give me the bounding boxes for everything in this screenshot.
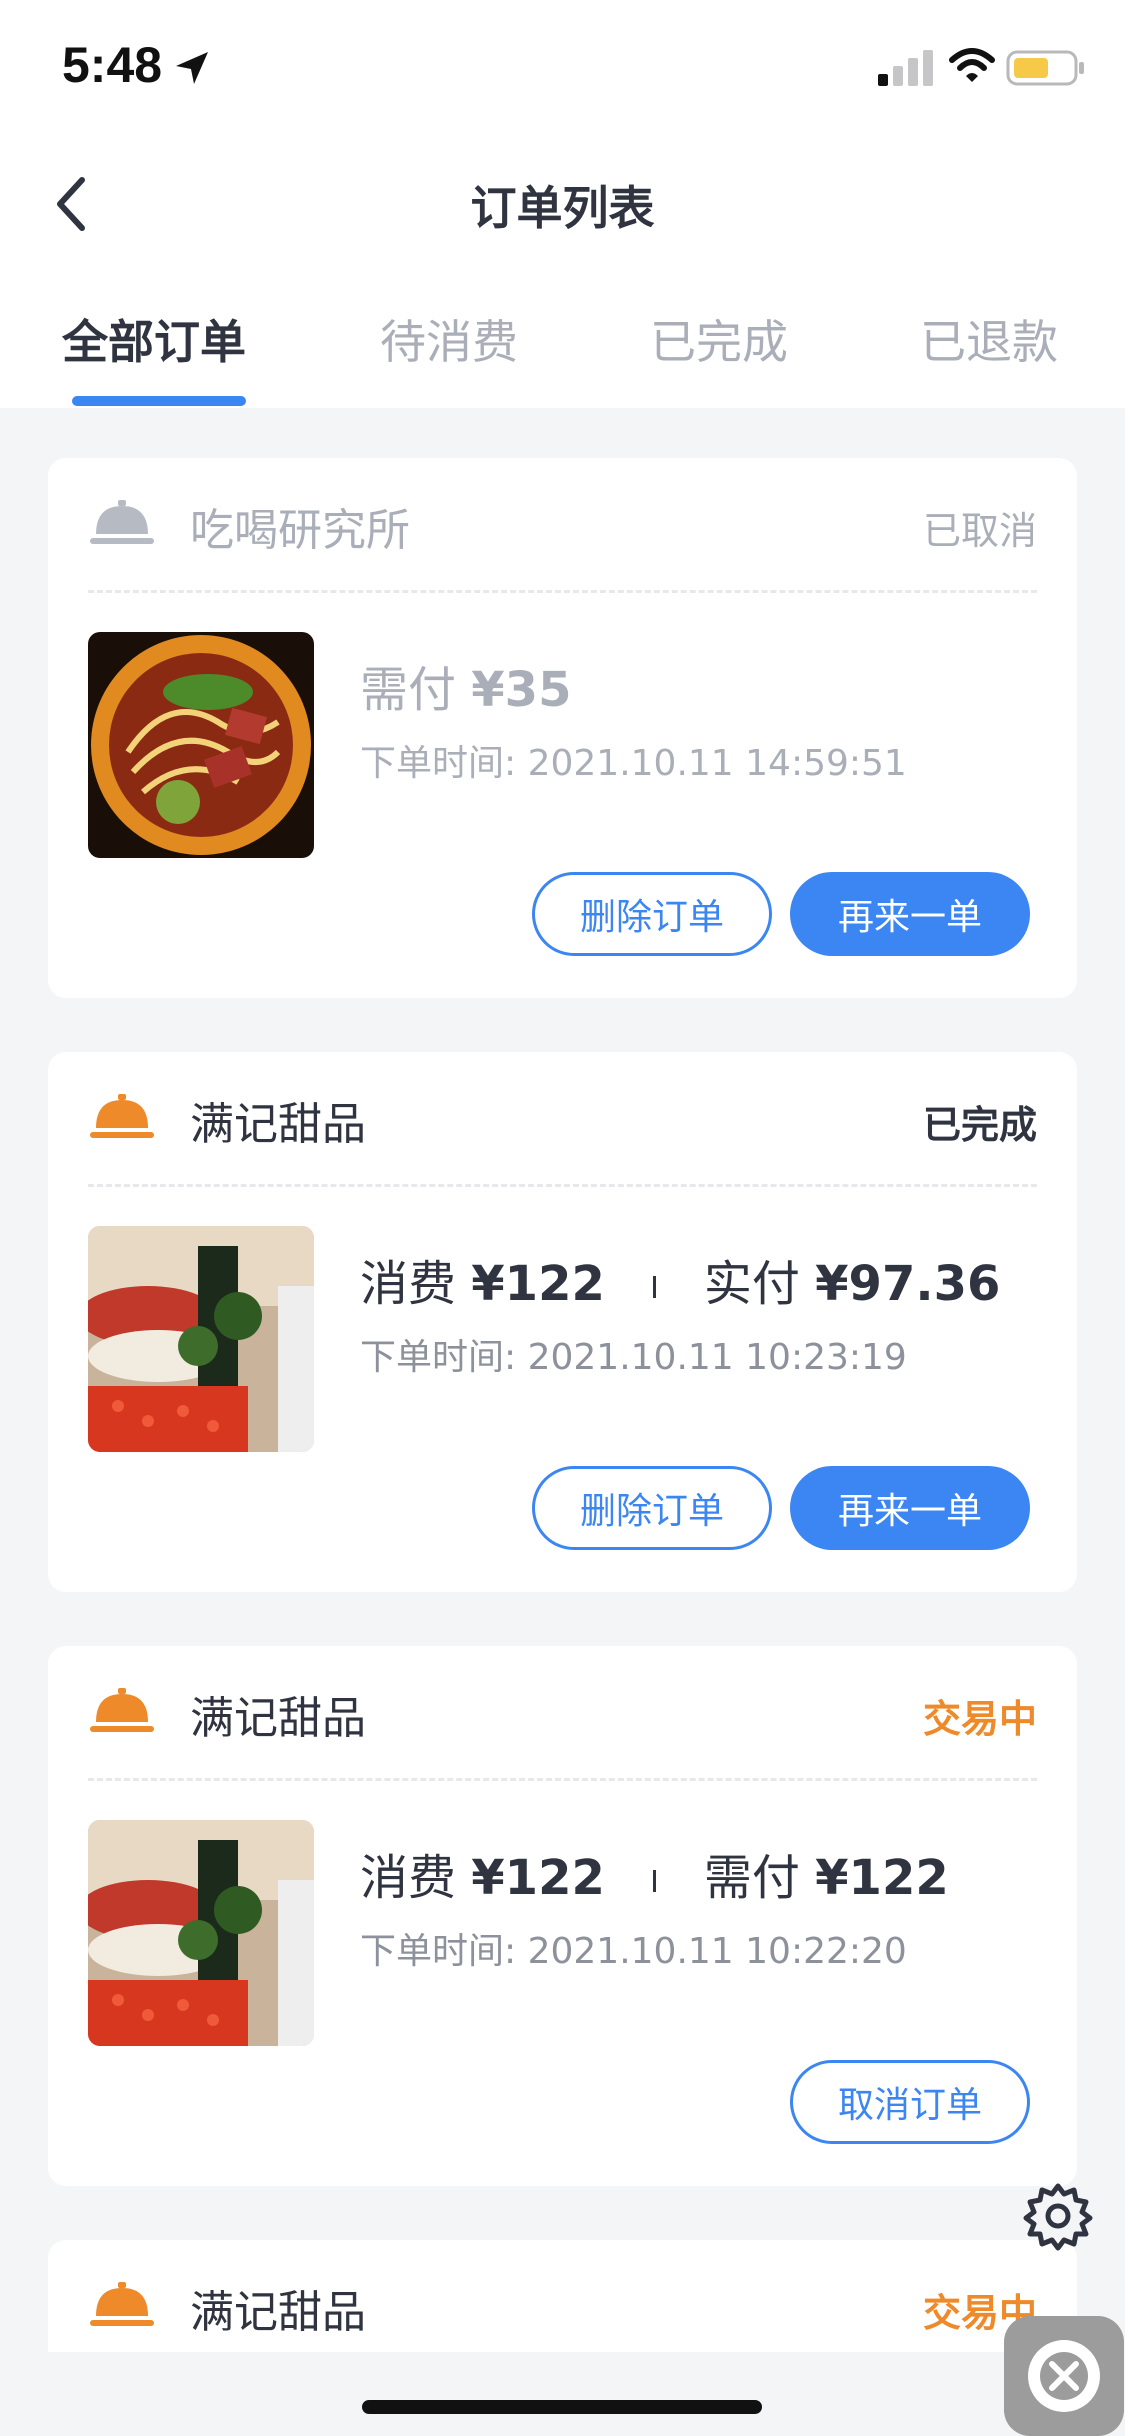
signal-icon	[878, 50, 933, 86]
order-thumbnail[interactable]	[88, 632, 314, 858]
tab-all-orders[interactable]: 全部订单	[62, 306, 246, 372]
order-status: 交易中	[922, 1697, 1037, 1741]
dashed-divider	[88, 590, 1037, 593]
service-bell-icon	[90, 2282, 154, 2326]
order-thumbnail[interactable]	[88, 1820, 314, 2046]
active-tab-indicator	[72, 396, 246, 406]
gear-icon[interactable]	[1022, 2180, 1094, 2252]
home-indicator[interactable]	[362, 2400, 762, 2414]
service-bell-icon	[90, 1688, 154, 1732]
noodle-image	[88, 632, 314, 858]
order-thumbnail[interactable]	[88, 1226, 314, 1452]
bottom-safe-area	[0, 2352, 1125, 2436]
spend-amount: ¥122	[471, 1850, 605, 1906]
service-bell-icon	[90, 1094, 154, 1138]
status-bar: 5:48	[0, 0, 1125, 140]
nav-bar: 订单列表	[0, 160, 1125, 250]
dashed-divider	[88, 1184, 1037, 1187]
tab-completed[interactable]: 已完成	[650, 306, 788, 372]
spend-label: 消费	[360, 1850, 457, 1906]
price-label: 实付	[703, 1256, 800, 1312]
page-title: 订单列表	[470, 181, 655, 235]
debug-tool-button[interactable]	[1004, 2316, 1124, 2436]
reorder-button[interactable]: 再来一单	[790, 872, 1030, 956]
price-amount: ¥97.36	[815, 1256, 1001, 1312]
order-card[interactable]: 满记甜品 已完成 消费 ¥122 实付 ¥97.36 下单时间: 2021.10.…	[48, 1052, 1077, 1592]
separator	[652, 1870, 656, 1892]
service-bell-icon	[90, 500, 154, 544]
status-time: 5:48	[62, 37, 163, 93]
shop-name[interactable]: 满记甜品	[190, 1682, 366, 1746]
price-amount: ¥35	[471, 662, 572, 718]
price-amount: ¥122	[815, 1850, 949, 1906]
price-line: 消费 ¥122 需付 ¥122	[360, 1838, 949, 1908]
delete-order-button[interactable]: 删除订单	[532, 1466, 772, 1550]
spend-label: 消费	[360, 1256, 457, 1312]
reorder-button[interactable]: 再来一单	[790, 1466, 1030, 1550]
separator	[652, 1276, 656, 1298]
battery-icon	[1006, 50, 1084, 86]
shop-name[interactable]: 吃喝研究所	[190, 494, 410, 558]
shop-name[interactable]: 满记甜品	[190, 2276, 366, 2340]
spend-amount: ¥122	[471, 1256, 605, 1312]
order-time: 下单时间: 2021.10.11 10:23:19	[360, 1337, 907, 1378]
top-area: 5:48 订单列表 全部订单 待消费 已完成 已退款	[0, 0, 1125, 408]
order-status: 已取消	[922, 509, 1037, 553]
order-status: 已完成	[922, 1103, 1037, 1147]
cancel-order-button[interactable]: 取消订单	[790, 2060, 1030, 2144]
price-label: 需付	[703, 1850, 800, 1906]
location-arrow-icon	[176, 52, 208, 84]
shop-name[interactable]: 满记甜品	[190, 1088, 366, 1152]
order-card[interactable]: 满记甜品 交易中 消费 ¥122 需付 ¥122 下单时间: 2021.10.11…	[48, 1646, 1077, 2186]
price-label: 需付	[360, 662, 457, 718]
tab-refunded[interactable]: 已退款	[920, 306, 1058, 372]
order-time: 下单时间: 2021.10.11 10:22:20	[360, 1931, 907, 1972]
tab-pending[interactable]: 待消费	[380, 306, 518, 372]
dashed-divider	[88, 1778, 1037, 1781]
wifi-icon	[949, 48, 995, 82]
tab-bar: 全部订单 待消费 已完成 已退款	[0, 300, 1125, 408]
order-time: 下单时间: 2021.10.11 14:59:51	[360, 743, 907, 784]
sushi-image	[88, 1226, 314, 1452]
sushi-image	[88, 1820, 314, 2046]
price-line: 需付 ¥35	[360, 650, 571, 720]
price-line: 消费 ¥122 实付 ¥97.36	[360, 1244, 1000, 1314]
order-card[interactable]: 吃喝研究所 已取消 需付 ¥35 下单时间: 2021.10.11 14:59:…	[48, 458, 1077, 998]
settings-tools-icon	[1028, 2340, 1100, 2412]
delete-order-button[interactable]: 删除订单	[532, 872, 772, 956]
